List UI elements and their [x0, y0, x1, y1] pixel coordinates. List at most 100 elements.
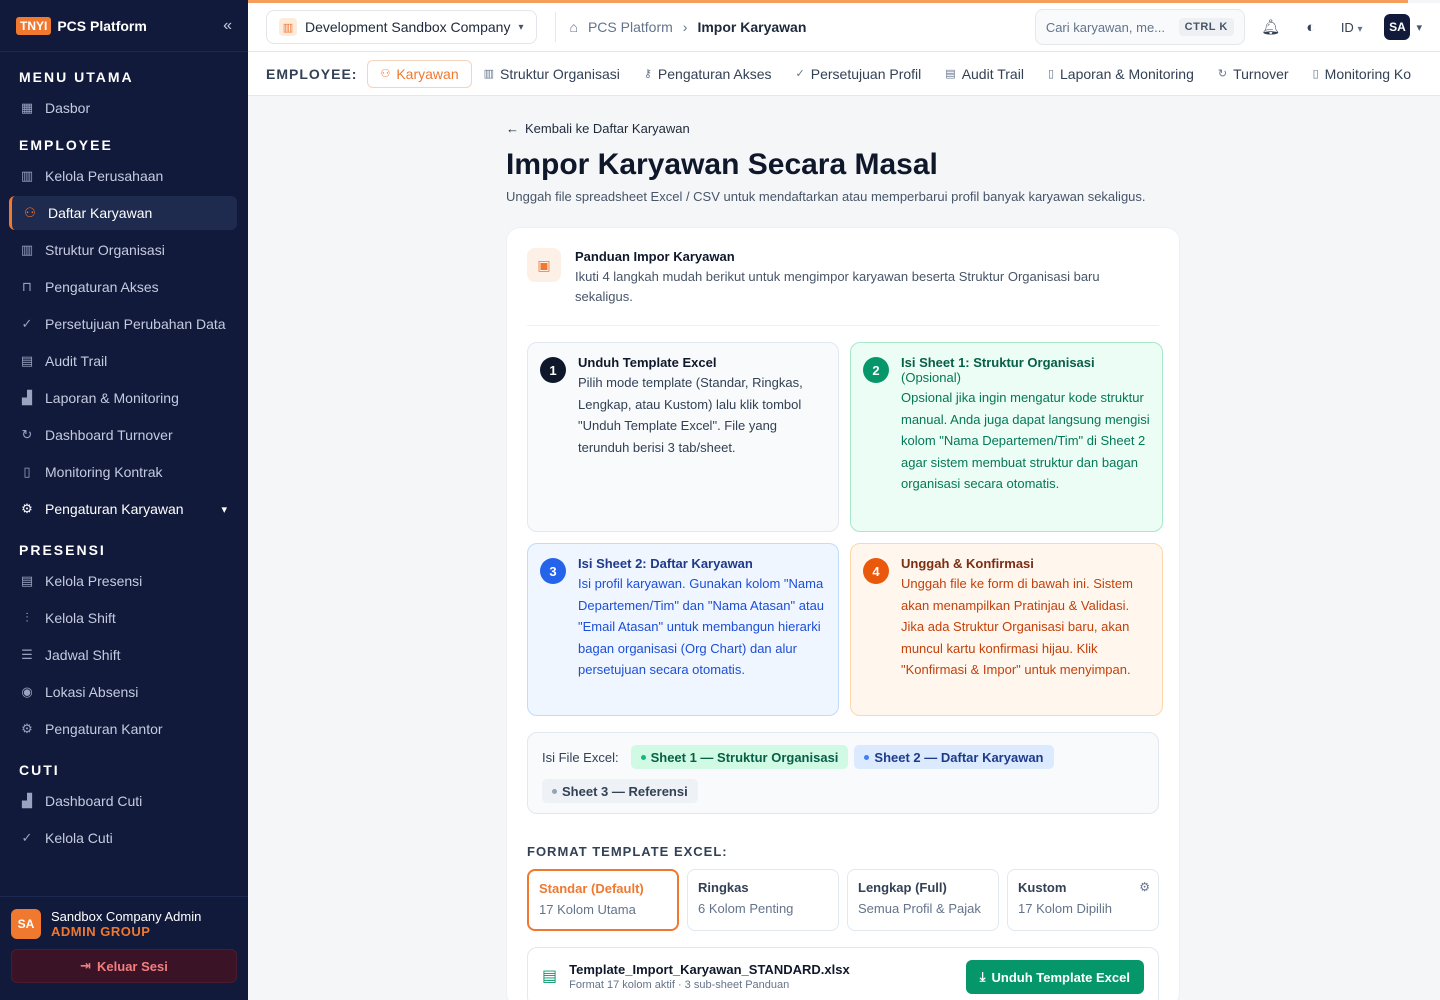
refresh-icon: ↻: [21, 427, 33, 442]
refresh-icon: ↻: [1217, 68, 1228, 80]
sidebar-item-dashboard-turnover[interactable]: ↻ Dashboard Turnover: [9, 418, 237, 452]
format-option-kustom[interactable]: Kustom 17 Kolom Dipilih ⚙: [1007, 869, 1160, 931]
arrow-left-icon: ←: [506, 121, 519, 136]
sidebar-item-kelola-shift[interactable]: ⫶ Kelola Shift: [9, 601, 237, 635]
format-desc: 17 Kolom Dipilih: [1018, 901, 1112, 916]
avatar[interactable]: SA: [1384, 14, 1411, 40]
file-icon: ▯: [1312, 68, 1319, 80]
tab-monitoring-kontrak[interactable]: ▯ Monitoring Ko: [1301, 60, 1423, 88]
sidebar-item-kelola-presensi[interactable]: ▤ Kelola Presensi: [9, 564, 237, 598]
tab-karyawan[interactable]: ⚇ Karyawan: [367, 59, 472, 88]
bar-chart-icon: ▟: [22, 793, 32, 808]
sidebar-item-daftar-karyawan[interactable]: ⚇ Daftar Karyawan: [9, 196, 237, 230]
format-option-lengkap[interactable]: Lengkap (Full) Semua Profil & Pajak: [847, 869, 1000, 931]
logout-button[interactable]: ⇥ Keluar Sesi: [11, 949, 237, 983]
check-circle-icon: ✓: [21, 830, 33, 845]
download-template-button[interactable]: ⤓ Unduh Template Excel: [965, 960, 1144, 994]
clipboard-icon: ▤: [945, 68, 956, 80]
format-name: Ringkas: [698, 880, 749, 895]
sidebar-item-kelola-perusahaan[interactable]: ▥ Kelola Perusahaan: [9, 159, 237, 193]
format-option-standar[interactable]: Standar (Default) 17 Kolom Utama: [527, 869, 680, 931]
file-contents-box: Isi File Excel: Sheet 1 — Struktur Organ…: [527, 732, 1159, 814]
user-role: ADMIN GROUP: [51, 924, 151, 939]
step-number: 3: [540, 558, 566, 584]
sidebar-item-pengaturan-kantor[interactable]: ⚙ Pengaturan Kantor: [9, 712, 237, 746]
sidebar-item-pengaturan-akses[interactable]: ⊓ Pengaturan Akses: [9, 270, 237, 304]
sidebar-item-label: Monitoring Kontrak: [45, 464, 163, 480]
sidebar-item-label: Laporan & Monitoring: [45, 390, 179, 406]
sidebar-item-struktur-organisasi[interactable]: ▥ Struktur Organisasi: [9, 233, 237, 267]
breadcrumb-item[interactable]: PCS Platform: [588, 19, 673, 35]
format-desc: 17 Kolom Utama: [539, 902, 636, 917]
sidebar-item-dashboard-cuti[interactable]: ▟ Dashboard Cuti: [9, 784, 237, 818]
tab-label: Monitoring Ko: [1324, 65, 1412, 82]
chevron-down-icon[interactable]: ▾: [1416, 21, 1422, 34]
step-number: 4: [863, 558, 889, 584]
sidebar-item-jadwal-shift[interactable]: ☰ Jadwal Shift: [9, 638, 237, 672]
step-description: Pilih mode template (Standar, Ringkas, L…: [578, 375, 803, 455]
company-selector[interactable]: ▥ Development Sandbox Company ▾: [266, 10, 537, 44]
sidebar-item-label: Jadwal Shift: [45, 647, 121, 663]
sheet-pill: Sheet 2 — Daftar Karyawan: [854, 745, 1054, 769]
import-steps: 1 Unduh Template Excel Pilih mode templa…: [527, 342, 1163, 716]
sidebar-item-audit-trail[interactable]: ▤ Audit Trail: [9, 344, 237, 378]
tab-audit-trail[interactable]: ▤ Audit Trail: [933, 60, 1036, 88]
palette-icon[interactable]: ◐: [1297, 19, 1325, 36]
tab-persetujuan-profil[interactable]: ✓ Persetujuan Profil: [784, 60, 934, 88]
chevron-right-icon: ›: [682, 19, 688, 35]
back-link[interactable]: ← Kembali ke Daftar Karyawan: [506, 121, 1182, 136]
building-icon: ▥: [483, 68, 495, 80]
brand-name: PCS Platform: [57, 17, 147, 34]
format-title: FORMAT TEMPLATE EXCEL:: [527, 844, 728, 859]
format-name: Lengkap (Full): [858, 880, 947, 895]
tab-turnover[interactable]: ↻ Turnover: [1206, 60, 1301, 88]
collapse-sidebar-icon[interactable]: «: [223, 17, 232, 35]
step-title: Isi Sheet 2: Daftar Karyawan: [578, 556, 753, 571]
clipboard-icon: ▤: [20, 573, 34, 588]
sidebar-item-pengaturan-karyawan[interactable]: ⚙ Pengaturan Karyawan ▾: [9, 492, 237, 526]
employee-tabs: EMPLOYEE: ⚇ Karyawan ▥ Struktur Organisasi…: [248, 52, 1440, 96]
step-description: Opsional jika ingin mengatur kode strukt…: [901, 390, 1150, 491]
step-optional-label: (Opsional): [901, 370, 961, 385]
format-options: Standar (Default) 17 Kolom Utama Ringkas…: [527, 869, 1160, 931]
building-icon: ▥: [279, 18, 297, 36]
step-card: 3 Isi Sheet 2: Daftar Karyawan Isi profi…: [527, 543, 839, 716]
sidebar-item-persetujuan-perubahan-data[interactable]: ✓ Persetujuan Perubahan Data: [9, 307, 237, 341]
step-description: Unggah file ke form di bawah ini. Sistem…: [901, 576, 1133, 677]
check-circle-icon: ✓: [795, 68, 805, 80]
bell-icon[interactable]: 🔔︎: [1257, 18, 1285, 36]
sidebar-item-lokasi-absensi[interactable]: ◉ Lokasi Absensi: [9, 675, 237, 709]
sidebar-item-kelola-cuti[interactable]: ✓ Kelola Cuti: [9, 821, 237, 855]
format-name: Standar (Default): [539, 881, 644, 896]
sidebar-item-dasbor[interactable]: ▦ Dasbor: [9, 91, 237, 125]
users-icon: ⚇: [380, 68, 391, 80]
language-selector[interactable]: ID ▾: [1341, 20, 1363, 35]
chevron-down-icon: ▾: [221, 503, 227, 516]
tab-laporan-monitoring[interactable]: ▯ Laporan & Monitoring: [1036, 60, 1206, 88]
format-option-ringkas[interactable]: Ringkas 6 Kolom Penting: [687, 869, 840, 931]
clipboard-icon: ▤: [20, 353, 34, 368]
lock-icon: ⊓: [21, 279, 33, 294]
template-filename: Template_Import_Karyawan_STANDARD.xlsx: [569, 962, 850, 977]
format-name: Kustom: [1018, 880, 1067, 895]
sidebar-item-label: Kelola Cuti: [45, 830, 113, 846]
guide-description: Ikuti 4 langkah mudah berikut untuk meng…: [575, 269, 1100, 304]
sidebar-item-monitoring-kontrak[interactable]: ▯ Monitoring Kontrak: [9, 455, 237, 489]
sidebar-item-label: Struktur Organisasi: [45, 242, 165, 258]
spreadsheet-icon: ▤: [542, 968, 558, 985]
tab-label: Laporan & Monitoring: [1060, 65, 1194, 82]
tab-struktur-organisasi[interactable]: ▥ Struktur Organisasi: [472, 60, 632, 88]
sidebar-item-label: Pengaturan Akses: [45, 279, 159, 295]
download-template-row: ▤ Template_Import_Karyawan_STANDARD.xlsx…: [527, 947, 1159, 1000]
home-icon[interactable]: ⌂: [570, 19, 578, 35]
company-name: Development Sandbox Company: [305, 19, 511, 35]
import-card: ▣ Panduan Impor Karyawan Ikuti 4 langkah…: [506, 227, 1180, 1000]
avatar[interactable]: SA: [11, 909, 41, 939]
step-title: Isi Sheet 1: Struktur Organisasi: [901, 355, 1095, 370]
search-input[interactable]: Cari karyawan, me... CTRL K: [1034, 9, 1245, 45]
tab-pengaturan-akses[interactable]: ⚷ Pengaturan Akses: [632, 60, 784, 88]
gear-icon[interactable]: ⚙: [1139, 880, 1150, 894]
sidebar-item-laporan-monitoring[interactable]: ▟ Laporan & Monitoring: [9, 381, 237, 415]
tabs-label: EMPLOYEE:: [266, 65, 358, 82]
tab-label: Struktur Organisasi: [500, 65, 620, 82]
